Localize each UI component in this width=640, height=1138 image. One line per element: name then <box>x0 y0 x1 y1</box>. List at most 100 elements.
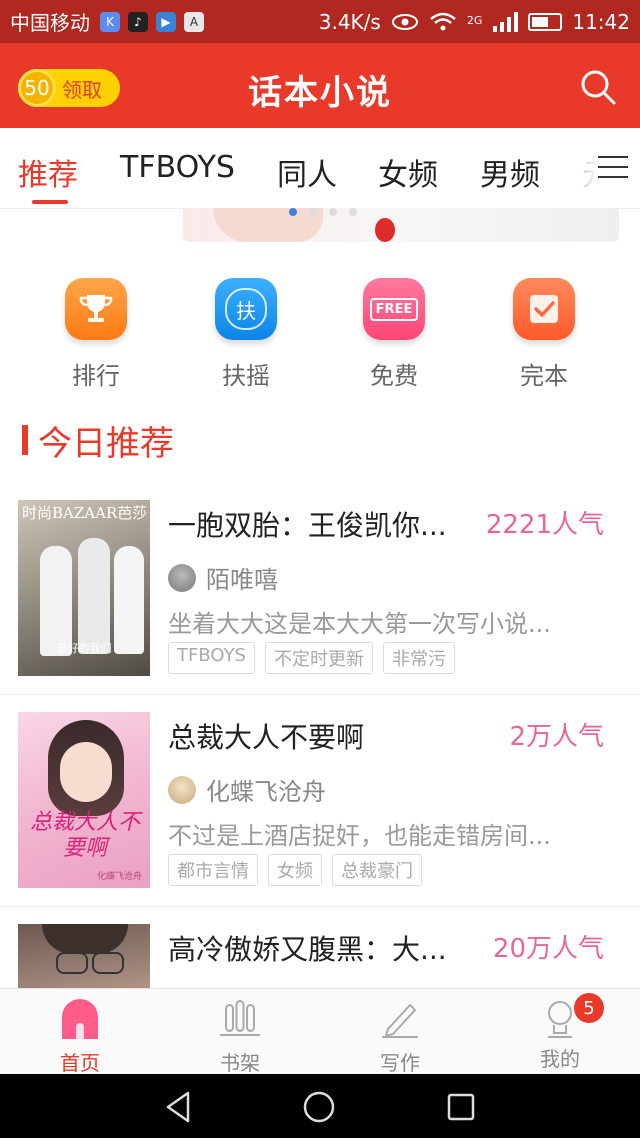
menu-icon <box>598 156 628 186</box>
banner-dot <box>349 208 357 216</box>
cover-title: 时尚BAZAAR芭莎 <box>22 504 146 522</box>
app-header: 50 领取 话本小说 <box>0 43 640 128</box>
section-title: 今日推荐 <box>22 420 174 464</box>
fuyao-glyph: 扶 <box>225 288 267 330</box>
cover-figure <box>78 538 110 654</box>
quick-link-free[interactable]: FREE 免费 <box>334 278 454 391</box>
clock: 11:42 <box>572 9 630 34</box>
app-title: 话本小说 <box>248 73 392 113</box>
cover-figure <box>114 546 144 654</box>
status-bar: 中国移动 K ♪ ▶ A 3.4K/s 2G 11:42 <box>0 0 640 43</box>
quick-link-label: 排行 <box>72 362 120 390</box>
avatar <box>168 775 196 804</box>
quick-link-fuyao[interactable]: 扶 扶摇 <box>186 278 306 391</box>
free-icon: FREE <box>363 278 425 340</box>
book-tag[interactable]: 非常污 <box>383 642 455 674</box>
book-item[interactable]: 时尚BAZAAR芭莎 最好的我们 一胞双胎：王俊凯你... 2221人气 陌唯嘻… <box>0 482 640 695</box>
bottom-navigation: 首页 书架 写作 5 我的 <box>0 988 640 1075</box>
book-author: 化蝶飞沧舟 <box>168 772 326 807</box>
book-tag[interactable]: 都市言情 <box>168 854 258 886</box>
nav-label: 首页 <box>60 1051 100 1075</box>
cover-glasses <box>92 952 124 974</box>
profile-icon: 5 <box>538 993 604 1039</box>
book-description: 坐着大大这是本大大第一次写小说... <box>168 610 551 638</box>
book-title: 总裁大人不要啊 <box>168 721 365 754</box>
banner-dot-active <box>289 208 297 216</box>
home-circle-icon[interactable] <box>302 1090 336 1124</box>
app-notification-icon: K <box>100 11 120 32</box>
section-title-text: 今日推荐 <box>38 423 174 464</box>
home-icon <box>62 999 98 1039</box>
nav-home[interactable]: 首页 <box>0 989 160 1075</box>
nav-label: 书架 <box>220 1051 260 1075</box>
quick-link-label: 完本 <box>520 362 568 390</box>
quick-link-label: 扶摇 <box>222 362 270 390</box>
category-tabs: 推荐 TFBOYS 同人 女频 男频 元 <box>0 128 640 209</box>
video-notification-icon: ▶ <box>156 11 176 32</box>
promo-banner[interactable] <box>183 208 619 242</box>
cover-face <box>60 742 112 802</box>
nav-bookshelf[interactable]: 书架 <box>160 989 320 1075</box>
notification-icons: K ♪ ▶ A <box>100 11 204 32</box>
nav-label: 我的 <box>540 1047 580 1071</box>
tab-tfboys[interactable]: TFBOYS <box>120 150 235 185</box>
cover-figure <box>42 924 128 954</box>
book-author: 陌唯嘻 <box>168 560 278 595</box>
book-popularity: 2221人气 <box>485 510 604 540</box>
book-cover: 时尚BAZAAR芭莎 最好的我们 <box>18 500 150 676</box>
book-popularity: 2万人气 <box>509 722 604 752</box>
trophy-icon <box>65 278 127 340</box>
search-icon[interactable] <box>578 67 618 107</box>
recent-apps-icon[interactable] <box>446 1092 476 1122</box>
notification-badge: 5 <box>574 993 604 1023</box>
quick-link-ranking[interactable]: 排行 <box>36 278 156 391</box>
tab-female[interactable]: 女频 <box>378 150 438 194</box>
book-title: 一胞双胎：王俊凯你... <box>168 509 447 542</box>
carrier-name: 中国移动 <box>10 11 90 35</box>
book-tag[interactable]: 不定时更新 <box>265 642 373 674</box>
network-speed: 3.4K/s <box>318 9 381 34</box>
eye-comfort-icon <box>391 13 418 30</box>
pencil-icon <box>382 1004 418 1038</box>
tab-male[interactable]: 男频 <box>480 150 540 194</box>
book-popularity: 20万人气 <box>492 934 604 964</box>
wifi-icon <box>430 12 456 30</box>
tab-menu-button[interactable] <box>570 140 640 196</box>
book-tag[interactable]: 总裁豪门 <box>332 854 422 886</box>
back-icon[interactable] <box>162 1090 196 1124</box>
quick-link-label: 免费 <box>370 362 418 390</box>
tab-recommend[interactable]: 推荐 <box>18 150 78 194</box>
book-tag[interactable]: TFBOYS <box>168 642 255 674</box>
author-name: 化蝶飞沧舟 <box>206 778 326 806</box>
book-cover <box>18 924 150 988</box>
book-tags: 都市言情 女频 总裁豪门 <box>168 854 422 886</box>
free-glyph: FREE <box>369 297 419 321</box>
book-description: 不过是上酒店捉奸，也能走错房间... <box>168 822 551 850</box>
app-store-notification-icon: A <box>184 11 204 32</box>
book-tag[interactable]: 女频 <box>268 854 322 886</box>
bookshelf-icon <box>220 1000 260 1036</box>
banner-image <box>213 208 323 242</box>
finished-check-icon <box>513 278 575 340</box>
tab-fanfic[interactable]: 同人 <box>277 150 337 194</box>
book-cover: 总裁大人不要啊 化蝶飞沧舟 <box>18 712 150 888</box>
active-tab-indicator <box>32 200 68 204</box>
nav-profile[interactable]: 5 我的 <box>480 989 640 1075</box>
banner-dot <box>309 208 317 216</box>
fuyao-icon: 扶 <box>215 278 277 340</box>
quick-link-finished[interactable]: 完本 <box>484 278 604 391</box>
system-navigation-bar <box>0 1074 640 1138</box>
network-type: 2G <box>466 13 483 27</box>
book-item[interactable]: 总裁大人不要啊 化蝶飞沧舟 总裁大人不要啊 2万人气 化蝶飞沧舟 不过是上酒店捉… <box>0 694 640 907</box>
author-name: 陌唯嘻 <box>206 566 278 594</box>
avatar <box>168 563 196 592</box>
book-tags: TFBOYS 不定时更新 非常污 <box>168 642 455 674</box>
cover-subtitle: 最好的我们 <box>56 642 112 655</box>
book-item[interactable]: 高冷傲娇又腹黑：大... 20万人气 <box>0 906 640 988</box>
cover-title: 总裁大人不要啊 <box>29 810 140 861</box>
banner-dot <box>329 208 337 216</box>
nav-write[interactable]: 写作 <box>320 989 480 1075</box>
battery-icon <box>528 12 563 31</box>
cover-glasses <box>56 952 88 974</box>
signal-icon <box>493 11 519 32</box>
